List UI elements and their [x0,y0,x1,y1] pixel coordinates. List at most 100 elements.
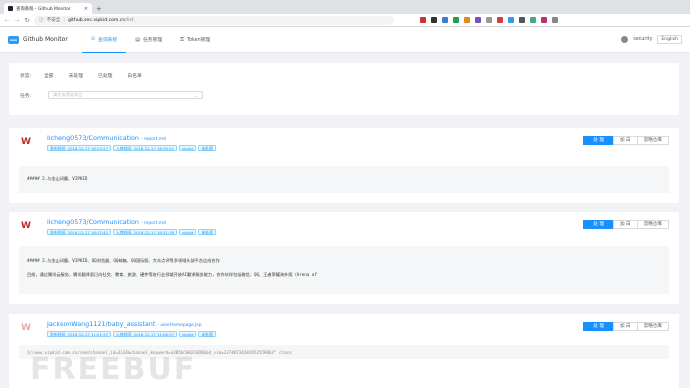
snippet-line: ##### 2.与金山词霸、VIPKID [27,176,88,181]
menu-item-label: 任务管理 [142,38,163,43]
action-group: 处 理 加 白 忽略仓库 [583,136,669,145]
menu-item-tasks[interactable]: ▤ 任务管理 [126,27,171,53]
whitelist-button[interactable]: 加 白 [612,322,638,331]
result-card: W licheng0573/Communication - report.md 发… [9,128,679,203]
extension-icon[interactable] [486,17,492,23]
code-snippet: ##### 2.与金山词霸、VIPKID、QQ浏览器、QQ邮箱、QQ国际版、大众… [19,246,669,294]
whitelist-button[interactable]: 加 白 [612,136,638,145]
extension-icon[interactable] [508,17,514,23]
repo-link[interactable]: licheng0573/Communication - report.md [47,218,166,226]
brand-name: Github Monitor [23,36,68,43]
language-button[interactable]: English [657,35,682,44]
chevron-down-icon: ⌄ [194,92,198,98]
tasks-icon: ▤ [135,36,140,43]
forward-icon[interactable]: → [14,17,20,24]
status-option-whitelist[interactable]: 白名单 [127,72,141,79]
ignore-repo-button[interactable]: 忽略仓库 [636,136,669,145]
reload-icon[interactable]: ↻ [24,17,30,24]
publish-time-tag: 发布时间: 2018-12-17 11:01:37 [47,331,111,337]
extension-icon[interactable] [541,17,547,23]
url-host: github.sec.vipkid.com.cn [67,17,126,23]
url-field[interactable]: ⓘ 不安全 | github.sec.vipkid.com.cn/list [34,15,394,25]
status-option-processed[interactable]: 已处理 [98,72,112,79]
menu-item-token[interactable]: ⚿ Token管理 [171,27,219,53]
extension-icon[interactable] [475,17,481,23]
url-path: /list [125,17,134,23]
browser-tab[interactable]: 查询系统 - Github Monitor × [4,3,92,14]
repo-link[interactable]: JacksonWang1121/baby_assistant - userHome… [47,320,202,328]
status-label: 状态: [20,74,32,79]
ignore-repo-button[interactable]: 忽略仓库 [636,220,669,229]
whitelist-button[interactable]: 加 白 [612,220,638,229]
info-icon[interactable]: ⓘ [39,17,44,23]
extension-icon[interactable] [530,17,536,23]
process-button[interactable]: 处 理 [583,322,614,331]
status-option-all[interactable]: 全部 [44,72,54,79]
task-placeholder: 请任务筛选条目 [53,92,83,97]
brand-logo-icon: mon [8,35,19,44]
process-button[interactable]: 处 理 [583,136,614,145]
extension-icon[interactable] [497,17,503,23]
process-button[interactable]: 处 理 [583,220,614,229]
extension-icon[interactable] [420,17,426,23]
query-icon: ⊙ [90,36,96,42]
snippet-line: 目前，通过腾讯云服务，腾讯翻译君已向社交、教育、旅游、硬件等各行业领域开放AI翻… [27,272,317,277]
task-label: 任务: [20,93,32,99]
new-tab-icon[interactable]: + [96,5,102,13]
repo-name[interactable]: JacksonWang1121/baby_assistant [47,320,155,328]
address-bar: ← → ↻ ⓘ 不安全 | github.sec.vipkid.com.cn/l… [0,14,690,27]
tag-list: 发布时间: 2018-12-17 16:17:42 入库时间: 2018-12-… [47,229,216,235]
tag-list: 发布时间: 2018-12-17 11:01:37 入库时间: 2018-12-… [47,331,216,337]
repo-avatar-icon: W [21,137,31,147]
repo-avatar-icon: W [21,323,31,333]
task-filter: 任务: 请任务筛选条目 ⌄ [20,91,203,99]
tab-close-icon[interactable]: × [84,6,88,12]
main-menu: ⊙ 查询系统 ▤ 任务管理 ⚿ Token管理 [81,27,219,53]
watermark-logo: FREEBUF [30,352,197,387]
extension-icon[interactable] [453,17,459,23]
menu-item-label: 查询系统 [98,37,118,43]
task-tag: vipkid [179,229,197,235]
menu-item-query[interactable]: ⊙ 查询系统 [81,27,127,53]
tag-list: 发布时间: 2018-12-17 16:23:27 入库时间: 2018-12-… [47,145,216,151]
file-link[interactable]: - report.md [141,137,166,142]
ignore-repo-button[interactable]: 忽略仓库 [636,322,669,331]
publish-time-tag: 发布时间: 2018-12-17 16:23:27 [47,145,111,151]
extension-icon[interactable] [552,17,558,23]
status-option-unprocessed[interactable]: 未处理 [69,72,83,79]
extension-icon[interactable] [464,17,470,23]
file-link[interactable]: - report.md [141,221,166,226]
publish-time-tag: 发布时间: 2018-12-17 16:17:42 [47,229,111,235]
task-select[interactable]: 请任务筛选条目 ⌄ [48,91,203,99]
user-avatar-icon[interactable] [621,36,629,43]
action-group: 处 理 加 白 忽略仓库 [583,322,669,331]
code-snippet: ##### 2.与金山词霸、VIPKID [19,166,669,193]
extension-icon[interactable] [442,17,448,23]
insecure-label: 不安全 [46,18,61,23]
app-header: mon Github Monitor ⊙ 查询系统 ▤ 任务管理 ⚿ Token… [0,27,690,53]
repo-name[interactable]: licheng0573/Communication [47,134,139,142]
repo-avatar-icon: W [21,221,31,231]
extension-icon[interactable] [431,17,437,23]
result-card: W licheng0573/Communication - report.md 发… [9,212,679,304]
user-name[interactable]: security [633,37,652,42]
task-tag: vipkid [179,331,197,337]
repo-name[interactable]: licheng0573/Communication [47,218,139,226]
status-tag: 未处理 [198,145,216,151]
repo-link[interactable]: licheng0573/Communication - report.md [47,134,166,142]
key-icon: ⚿ [180,36,184,43]
ingest-time-tag: 入库时间: 2018-12-17 16:26:52 [113,145,177,151]
file-link[interactable]: - userHomepage.jsp [157,323,201,328]
snippet-line: ##### 2.与金山词霸、VIPKID、QQ浏览器、QQ邮箱、QQ国际版、大众… [27,258,220,263]
menu-item-label: Token管理 [186,38,211,43]
extension-icon[interactable] [519,17,525,23]
ingest-time-tag: 入库时间: 2018-12-17 11:06:37 [113,331,177,337]
filter-panel: 状态: 全部 未处理 已处理 白名单 任务: 请任务筛选条目 ⌄ [9,63,679,115]
task-tag: vipkid [179,145,197,151]
action-group: 处 理 加 白 忽略仓库 [583,220,669,229]
browser-tabbar: 查询系统 - Github Monitor × + [0,0,690,14]
status-tag: 未处理 [198,229,216,235]
back-icon[interactable]: ← [4,17,10,24]
favicon-icon [8,6,13,11]
url-separator: | [63,17,65,23]
